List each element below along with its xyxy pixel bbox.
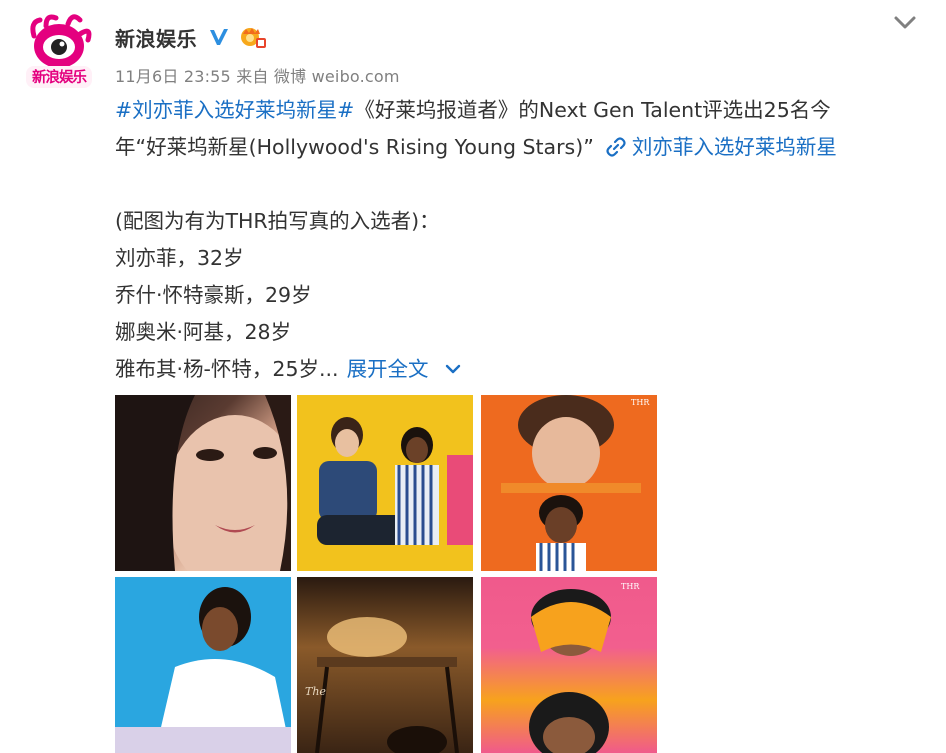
avatar-logo-text: 新浪娱乐 xyxy=(32,70,87,86)
avatar[interactable]: 新浪娱乐 xyxy=(24,14,94,90)
portrait-image: THR xyxy=(529,582,640,753)
content-line-8: 雅布其·杨-怀特，25岁... 展开全文 xyxy=(115,351,905,388)
post-content: #刘亦菲入选好莱坞新星#《好莱坞报道者》的Next Gen Talent评选出2… xyxy=(115,92,905,388)
content-line-6: 乔什·怀特豪斯，29岁 xyxy=(115,283,312,307)
photo-group-yellow[interactable] xyxy=(297,395,473,571)
svg-text:The: The xyxy=(305,685,326,698)
expand-label: 展开全文 xyxy=(346,357,429,381)
content-line-2: 年“好莱坞新星(Hollywood's Rising Young Stars)”… xyxy=(115,129,905,166)
expand-full-text-link[interactable]: 展开全文 xyxy=(347,357,463,381)
group-image xyxy=(317,417,473,545)
member-crown-icon[interactable] xyxy=(239,24,267,50)
content-line-5: 刘亦菲，32岁 xyxy=(115,246,244,270)
content-text: 《好莱坞报道者》的Next Gen Talent评选出25名今 xyxy=(354,98,831,122)
user-row: 新浪娱乐 xyxy=(115,22,267,52)
chevron-down-icon[interactable] xyxy=(891,12,919,34)
svg-text:THR: THR xyxy=(621,582,640,591)
content-line-4: (配图为有为THR拍写真的入选者)： xyxy=(115,209,440,233)
username-link[interactable]: 新浪娱乐 xyxy=(115,23,197,52)
verified-v-icon[interactable] xyxy=(207,25,231,49)
content-text: 年“好莱坞新星(Hollywood's Rising Young Stars)” xyxy=(115,135,594,159)
photo-pink-portrait[interactable]: THR xyxy=(481,577,657,753)
post-meta[interactable]: 11月6日 23:55 来自 微博 weibo.com xyxy=(115,63,400,87)
chevron-down-icon xyxy=(445,364,460,374)
content-line-7: 娜奥米·阿基，28岁 xyxy=(115,320,292,344)
portrait-image xyxy=(115,587,291,753)
portrait-collage-image: THR xyxy=(501,395,650,571)
studio-image: The xyxy=(305,617,459,753)
svg-text:THR: THR xyxy=(631,398,650,407)
hashtag-link[interactable]: #刘亦菲入选好莱坞新星# xyxy=(115,98,354,122)
photo-orange-portraits[interactable]: THR xyxy=(481,395,657,571)
photo-liu-yifei[interactable] xyxy=(115,395,291,571)
portrait-image xyxy=(115,395,291,571)
content-line-1: #刘亦菲入选好莱坞新星#《好莱坞报道者》的Next Gen Talent评选出2… xyxy=(115,92,905,129)
link-icon xyxy=(606,137,626,157)
content-text: 雅布其·杨-怀特，25岁... xyxy=(115,357,339,381)
topic-link-label: 刘亦菲入选好莱坞新星 xyxy=(631,135,837,159)
photo-studio-scene[interactable]: The xyxy=(297,577,473,753)
topic-link[interactable]: 刘亦菲入选好莱坞新星 xyxy=(606,135,837,159)
photo-blue-portrait[interactable] xyxy=(115,577,291,753)
